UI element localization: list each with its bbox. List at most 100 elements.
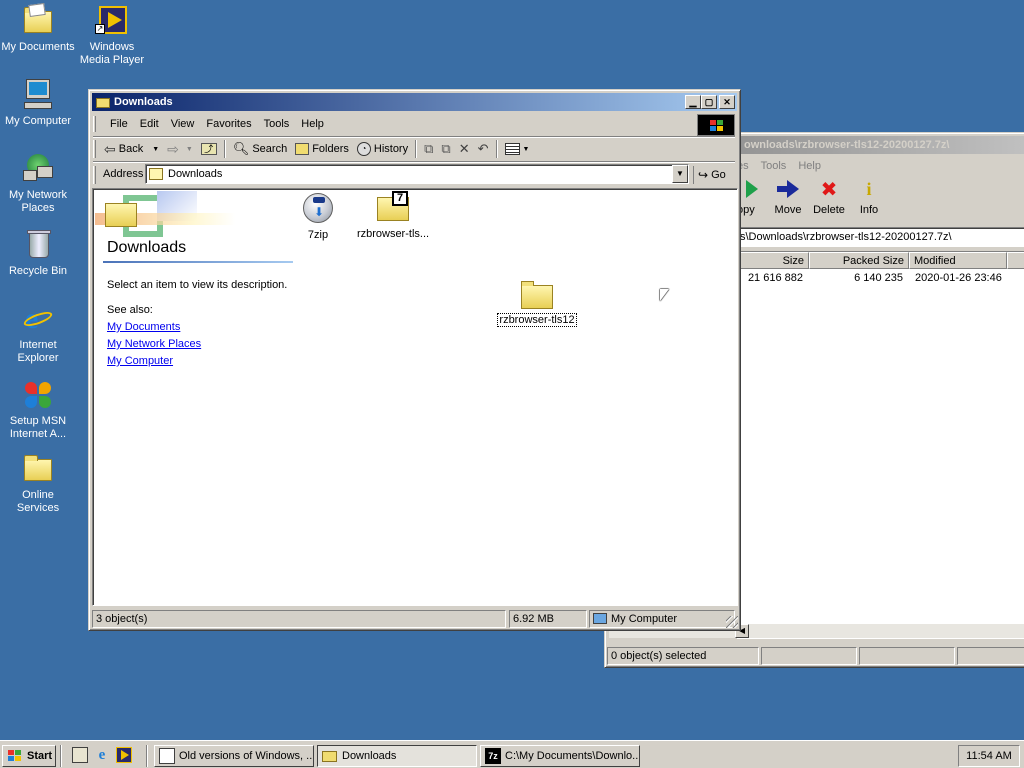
info-button-label: Info xyxy=(859,204,879,216)
recycle-bin-icon xyxy=(21,228,55,262)
undo-button[interactable]: ↶ xyxy=(474,138,493,160)
folder-title: Downloads xyxy=(107,239,187,256)
column-header-modified[interactable]: Modified xyxy=(909,252,1007,269)
media-player-icon: ↗ xyxy=(95,4,129,38)
menu-edit[interactable]: Edit xyxy=(134,118,165,130)
menu-file[interactable]: File xyxy=(104,118,134,130)
info-icon: i xyxy=(866,179,872,199)
close-button[interactable]: ✕ xyxy=(719,95,735,109)
address-input[interactable]: Downloads ▼ xyxy=(145,164,689,184)
taskbar: Start e Old versions of Windows, ... Dow… xyxy=(0,740,1024,768)
show-desktop-icon[interactable] xyxy=(72,747,88,763)
menu-favorites[interactable]: Favorites xyxy=(200,118,257,130)
internet-explorer-icon[interactable]: e xyxy=(94,747,110,763)
desktop-icon-recycle-bin[interactable]: Recycle Bin xyxy=(0,228,76,278)
row-packed-size: 6 140 235 xyxy=(854,272,903,284)
link-my-network-places[interactable]: My Network Places xyxy=(107,338,201,350)
link-my-documents[interactable]: My Documents xyxy=(107,321,180,333)
system-tray-clock[interactable]: 11:54 AM xyxy=(958,745,1020,767)
start-label: Start xyxy=(27,750,53,762)
folders-icon xyxy=(295,143,310,155)
desktop-icon-setup-msn[interactable]: Setup MSN Internet A... xyxy=(0,378,76,441)
desktop-icon-label: My Documents xyxy=(1,41,75,53)
move-to-button[interactable]: ⧉ xyxy=(420,138,437,160)
banner-divider xyxy=(103,261,293,263)
explorer-content-area[interactable]: Downloads Select an item to view its des… xyxy=(92,188,738,606)
history-button-label: History xyxy=(373,143,409,155)
maximize-button[interactable]: ▢ xyxy=(701,95,717,109)
sevenzip-path-field[interactable]: s\Downloads\rzbrowser-tls12-20200127.7z\ xyxy=(737,227,1024,247)
menu-help[interactable]: Help xyxy=(295,118,330,130)
explorer-window[interactable]: Downloads ▁ ▢ ✕ File Edit View Favorites… xyxy=(88,89,741,631)
file-item-7zip[interactable]: ⬇ 7zip xyxy=(293,193,343,241)
sevenzip-list-header: Size Packed Size Modified xyxy=(737,252,1024,269)
msn-butterfly-icon xyxy=(21,378,55,412)
menu-tools[interactable]: Tools xyxy=(755,160,793,172)
explorer-titlebar[interactable]: Downloads ▁ ▢ ✕ xyxy=(92,93,737,111)
sevenzip-file-list[interactable]: Size Packed Size Modified 21 616 882 6 1… xyxy=(609,251,1024,639)
back-button[interactable]: ⇦ Back ▼ xyxy=(100,138,163,160)
search-icon: 🔍︎ xyxy=(232,141,250,156)
move-button[interactable]: Move xyxy=(769,180,807,216)
status-zone: My Computer xyxy=(589,610,735,628)
minimize-button[interactable]: ▁ xyxy=(685,95,701,109)
network-places-icon xyxy=(21,152,55,186)
7z-app-icon: 7z xyxy=(485,748,501,764)
menu-tools[interactable]: Tools xyxy=(258,118,296,130)
column-header-packed-size[interactable]: Packed Size xyxy=(809,252,909,269)
desktop-icon-label: My Computer xyxy=(4,115,72,127)
taskbar-item-7zip[interactable]: 7z C:\My Documents\Downlo... xyxy=(480,745,640,767)
file-item-rzbrowser-folder[interactable]: rzbrowser-tls12 xyxy=(497,279,577,327)
desktop-icon-my-documents[interactable]: My Documents xyxy=(0,2,76,54)
desktop-icon-my-computer[interactable]: My Computer xyxy=(0,78,76,128)
menu-view[interactable]: View xyxy=(165,118,201,130)
views-button[interactable]: ▼ xyxy=(501,138,534,160)
move-button-label: Move xyxy=(774,204,802,216)
my-documents-icon xyxy=(21,2,55,38)
copy-button[interactable]: opy xyxy=(737,180,767,216)
address-dropdown-button[interactable]: ▼ xyxy=(672,165,688,183)
row-size: 21 616 882 xyxy=(747,272,803,284)
sevenzip-status-text: 0 object(s) selected xyxy=(607,647,759,665)
desktop-icon-internet-explorer[interactable]: e Internet Explorer xyxy=(0,302,76,365)
delete-button[interactable]: ✖ Delete xyxy=(809,179,849,216)
table-row[interactable]: 21 616 882 6 140 235 2020-01-26 23:46 xyxy=(737,272,1024,288)
taskbar-item-browser[interactable]: Old versions of Windows, ... xyxy=(154,745,314,767)
desktop-icon-my-network-places[interactable]: My Network Places xyxy=(0,152,76,215)
history-button[interactable]: ◔ History xyxy=(353,138,412,160)
taskbar-item-downloads[interactable]: Downloads xyxy=(317,745,477,767)
link-my-computer[interactable]: My Computer xyxy=(107,355,173,367)
menu-help[interactable]: Help xyxy=(792,160,827,172)
folder-icon xyxy=(96,96,110,108)
folder-icon xyxy=(520,279,554,309)
folder-icon xyxy=(21,452,55,486)
sevenzip-status-cell xyxy=(957,647,1024,665)
up-folder-icon: ⤴ xyxy=(200,143,217,155)
installer-icon: ⬇ xyxy=(303,193,333,223)
up-folder-button[interactable]: ⤴ xyxy=(197,138,221,160)
column-header-size[interactable]: Size xyxy=(737,252,809,269)
info-button[interactable]: i Info xyxy=(851,180,887,216)
resize-grip-icon[interactable] xyxy=(726,616,738,628)
folders-button-label: Folders xyxy=(312,143,349,155)
row-modified: 2020-01-26 23:46 xyxy=(915,272,1002,284)
media-player-icon[interactable] xyxy=(116,747,132,763)
desktop-icon-windows-media-player[interactable]: ↗ Windows Media Player xyxy=(74,4,150,67)
forward-button[interactable]: ⇨ ▼ xyxy=(163,138,197,160)
file-item-rzbrowser-archive[interactable]: 7 rzbrowser-tls... xyxy=(353,191,433,240)
delete-button[interactable]: ✕ xyxy=(455,138,474,160)
undo-icon: ↶ xyxy=(477,141,489,156)
windows-logo-throbber xyxy=(697,114,735,136)
copy-to-button[interactable]: ⧉ xyxy=(437,138,454,160)
file-item-label: rzbrowser-tls12 xyxy=(497,313,577,327)
search-button[interactable]: 🔍︎ Search xyxy=(229,138,291,160)
address-bar: Address Downloads ▼ ↪ Go xyxy=(93,163,735,187)
go-button[interactable]: ↪ Go xyxy=(693,166,733,184)
status-object-count: 3 object(s) xyxy=(92,610,506,628)
move-arrow-icon xyxy=(777,180,799,198)
desktop-icon-online-services[interactable]: Online Services xyxy=(0,452,76,515)
explorer-toolbar: ⇦ Back ▼ ⇨ ▼ ⤴ 🔍︎ Search Folders ◔ Histo… xyxy=(93,137,735,161)
folders-button[interactable]: Folders xyxy=(291,138,353,160)
description-text: Select an item to view its description. xyxy=(107,279,288,291)
start-button[interactable]: Start xyxy=(2,745,56,767)
